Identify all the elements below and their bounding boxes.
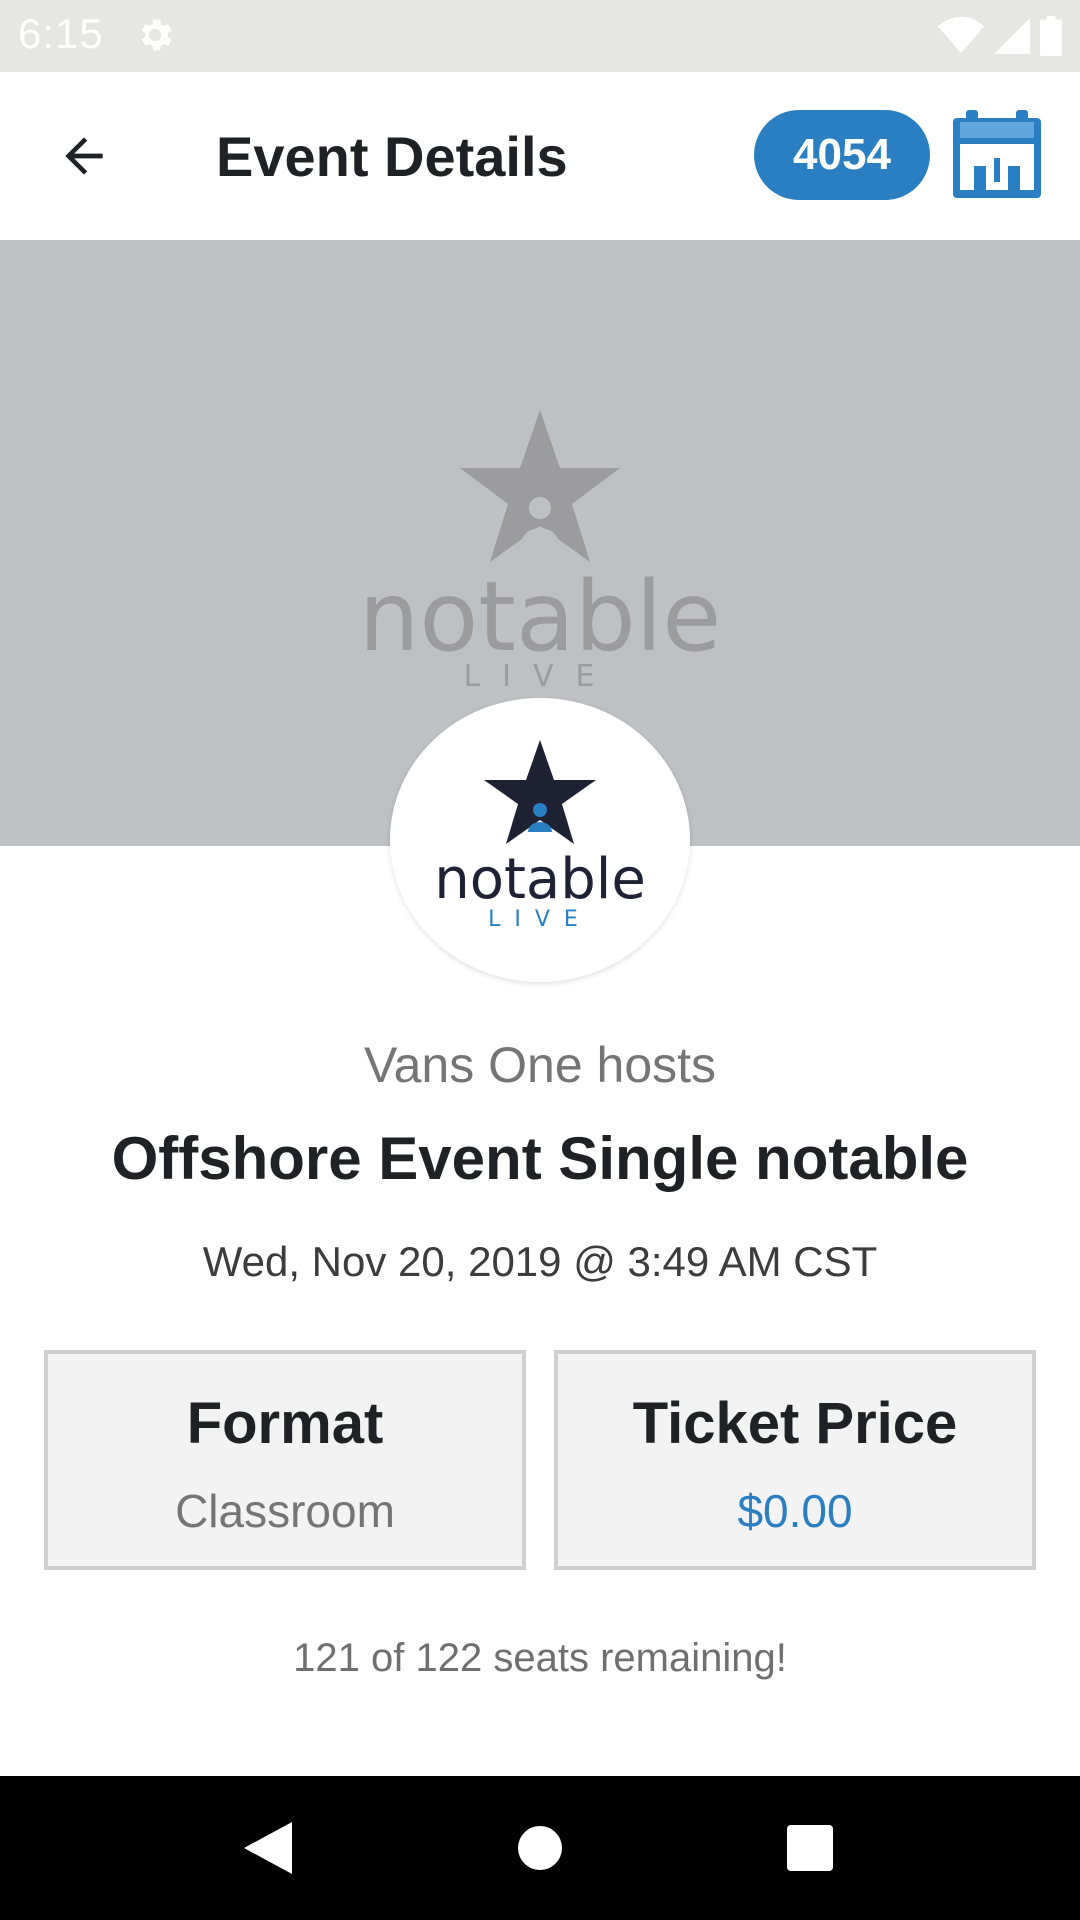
- app-bar: Event Details 4054: [0, 72, 1080, 240]
- back-button[interactable]: [48, 120, 120, 192]
- notable-live-logo: notable LIVE: [359, 410, 722, 690]
- nav-recents-button[interactable]: [774, 1812, 846, 1884]
- nav-back-icon: [244, 1822, 292, 1874]
- host-avatar: notable LIVE: [390, 698, 690, 982]
- ticket-price-label: Ticket Price: [632, 1391, 958, 1456]
- seats-remaining: 121 of 122 seats remaining!: [293, 1636, 787, 1680]
- svg-text:notable: notable: [434, 847, 646, 912]
- status-time: 6:15: [18, 10, 104, 57]
- format-label: Format: [186, 1391, 384, 1456]
- host-line: Vans One hosts: [363, 1037, 717, 1093]
- calendar-icon[interactable]: [950, 108, 1044, 202]
- status-icons: [938, 14, 1062, 58]
- page-title: Event Details: [216, 125, 568, 188]
- wifi-icon: [938, 16, 984, 54]
- svg-text:LIVE: LIVE: [463, 659, 616, 690]
- svg-text:notable: notable: [359, 561, 722, 673]
- svg-text:LIVE: LIVE: [488, 907, 592, 930]
- status-bar: 6:15: [0, 0, 1080, 72]
- nav-home-icon: [518, 1826, 562, 1870]
- nav-recents-icon: [787, 1825, 833, 1871]
- ticket-price-value: $0.00: [737, 1485, 853, 1537]
- format-card: Format Classroom: [44, 1350, 526, 1570]
- back-arrow-icon: [65, 137, 103, 175]
- battery-icon: [1040, 16, 1062, 56]
- event-datetime: Wed, Nov 20, 2019 @ 3:49 AM CST: [202, 1238, 878, 1285]
- ticket-price-card: Ticket Price $0.00: [554, 1350, 1036, 1570]
- points-badge[interactable]: 4054: [754, 110, 930, 200]
- notable-live-logo: notable LIVE: [434, 740, 646, 930]
- signal-icon: [994, 18, 1030, 54]
- event-title: Offshore Event Single notable: [111, 1125, 969, 1192]
- system-nav-bar: [0, 1776, 1080, 1920]
- nav-back-button[interactable]: [232, 1812, 304, 1884]
- gear-icon: [141, 19, 172, 51]
- format-value: Classroom: [175, 1485, 395, 1537]
- nav-home-button[interactable]: [504, 1812, 576, 1884]
